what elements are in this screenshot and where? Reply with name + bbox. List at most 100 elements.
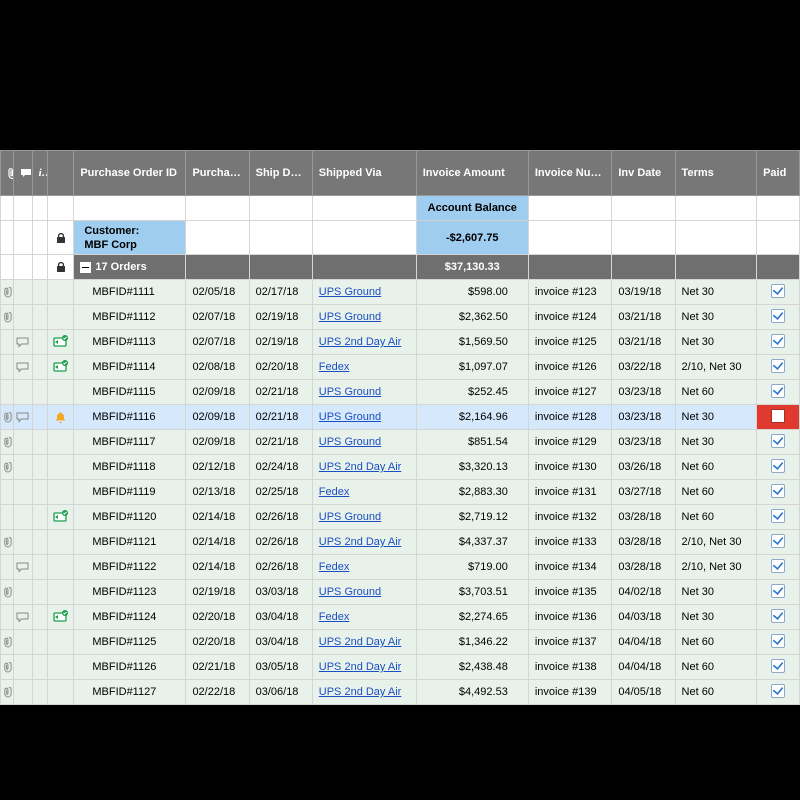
po-date-cell[interactable]: 02/07/18 — [186, 305, 249, 330]
shipped-via-cell[interactable]: UPS 2nd Day Air — [312, 455, 416, 480]
attachment-cell[interactable] — [1, 580, 14, 605]
header-po-id[interactable]: Purchase Order ID — [74, 151, 186, 196]
attachment-cell[interactable] — [1, 280, 14, 305]
po-id-cell[interactable]: MBFID#1115 — [74, 380, 186, 405]
shipped-via-cell[interactable]: UPS 2nd Day Air — [312, 530, 416, 555]
terms-cell[interactable]: Net 60 — [675, 455, 757, 480]
ship-date-cell[interactable]: 02/19/18 — [249, 330, 312, 355]
terms-cell[interactable]: Net 30 — [675, 305, 757, 330]
info-cell[interactable] — [32, 480, 47, 505]
info-cell[interactable] — [32, 580, 47, 605]
paid-cell[interactable] — [757, 405, 800, 430]
po-id-cell[interactable]: MBFID#1116 — [74, 405, 186, 430]
shipped-via-cell[interactable]: Fedex — [312, 605, 416, 630]
flag-cell[interactable] — [47, 580, 73, 605]
info-cell[interactable] — [32, 355, 47, 380]
po-id-cell[interactable]: MBFID#1120 — [74, 505, 186, 530]
flag-cell[interactable] — [47, 405, 73, 430]
collapse-icon[interactable] — [80, 262, 91, 273]
ship-date-cell[interactable]: 03/04/18 — [249, 630, 312, 655]
comment-cell[interactable] — [14, 430, 32, 455]
attachment-cell[interactable] — [1, 680, 14, 705]
po-date-cell[interactable]: 02/08/18 — [186, 355, 249, 380]
header-comment[interactable] — [14, 151, 32, 196]
table-row[interactable]: MBFID#112002/14/1802/26/18UPS Ground$2,7… — [1, 505, 800, 530]
terms-cell[interactable]: Net 30 — [675, 280, 757, 305]
table-row[interactable]: MBFID#111902/13/1802/25/18Fedex$2,883.30… — [1, 480, 800, 505]
comment-cell[interactable] — [14, 455, 32, 480]
paid-cell[interactable] — [757, 455, 800, 480]
invoice-amount-cell[interactable]: $2,274.65 — [416, 605, 528, 630]
info-cell[interactable] — [32, 305, 47, 330]
flag-cell[interactable] — [47, 430, 73, 455]
comment-cell[interactable] — [14, 680, 32, 705]
po-id-cell[interactable]: MBFID#1122 — [74, 555, 186, 580]
table-row[interactable]: MBFID#112702/22/1803/06/18UPS 2nd Day Ai… — [1, 680, 800, 705]
attachment-cell[interactable] — [1, 505, 14, 530]
shipped-via-cell[interactable]: Fedex — [312, 480, 416, 505]
paid-cell[interactable] — [757, 430, 800, 455]
attachment-cell[interactable] — [1, 455, 14, 480]
header-info[interactable]: i — [32, 151, 47, 196]
shipped-via-cell[interactable]: UPS 2nd Day Air — [312, 655, 416, 680]
paid-cell[interactable] — [757, 305, 800, 330]
checked-icon[interactable] — [771, 609, 785, 623]
carrier-link[interactable]: UPS Ground — [319, 586, 381, 598]
paid-cell[interactable] — [757, 330, 800, 355]
po-id-cell[interactable]: MBFID#1126 — [74, 655, 186, 680]
checked-icon[interactable] — [771, 334, 785, 348]
checked-icon[interactable] — [771, 559, 785, 573]
invoice-date-cell[interactable]: 03/21/18 — [612, 330, 675, 355]
invoice-number-cell[interactable]: invoice #138 — [528, 655, 612, 680]
terms-cell[interactable]: Net 60 — [675, 680, 757, 705]
table-row[interactable]: MBFID#112402/20/1803/04/18Fedex$2,274.65… — [1, 605, 800, 630]
invoice-amount-cell[interactable]: $2,883.30 — [416, 480, 528, 505]
comment-cell[interactable] — [14, 380, 32, 405]
invoice-amount-cell[interactable]: $1,346.22 — [416, 630, 528, 655]
checked-icon[interactable] — [771, 284, 785, 298]
table-row[interactable]: MBFID#111702/09/1802/21/18UPS Ground$851… — [1, 430, 800, 455]
invoice-number-cell[interactable]: invoice #124 — [528, 305, 612, 330]
carrier-link[interactable]: Fedex — [319, 611, 350, 623]
comment-cell[interactable] — [14, 505, 32, 530]
invoice-number-cell[interactable]: invoice #132 — [528, 505, 612, 530]
comment-cell[interactable] — [14, 330, 32, 355]
info-cell[interactable] — [32, 530, 47, 555]
checked-icon[interactable] — [771, 684, 785, 698]
invoice-amount-cell[interactable]: $2,438.48 — [416, 655, 528, 680]
table-row[interactable]: MBFID#111402/08/1802/20/18Fedex$1,097.07… — [1, 355, 800, 380]
po-date-cell[interactable]: 02/20/18 — [186, 630, 249, 655]
po-date-cell[interactable]: 02/14/18 — [186, 555, 249, 580]
attachment-cell[interactable] — [1, 655, 14, 680]
flag-cell[interactable] — [47, 655, 73, 680]
terms-cell[interactable]: Net 60 — [675, 380, 757, 405]
invoice-number-cell[interactable]: invoice #130 — [528, 455, 612, 480]
flag-cell[interactable] — [47, 630, 73, 655]
table-row[interactable]: MBFID#112102/14/1802/26/18UPS 2nd Day Ai… — [1, 530, 800, 555]
table-row[interactable]: MBFID#111102/05/1802/17/18UPS Ground$598… — [1, 280, 800, 305]
paid-cell[interactable] — [757, 480, 800, 505]
po-id-cell[interactable]: MBFID#1127 — [74, 680, 186, 705]
checked-icon[interactable] — [771, 384, 785, 398]
carrier-link[interactable]: UPS Ground — [319, 386, 381, 398]
unchecked-icon[interactable] — [771, 409, 785, 423]
carrier-link[interactable]: UPS 2nd Day Air — [319, 661, 402, 673]
comment-cell[interactable] — [14, 305, 32, 330]
attachment-cell[interactable] — [1, 630, 14, 655]
ship-date-cell[interactable]: 02/21/18 — [249, 430, 312, 455]
table-row[interactable]: MBFID#111802/12/1802/24/18UPS 2nd Day Ai… — [1, 455, 800, 480]
paid-cell[interactable] — [757, 680, 800, 705]
po-id-cell[interactable]: MBFID#1111 — [74, 280, 186, 305]
header-ship-date[interactable]: Ship Date — [249, 151, 312, 196]
info-cell[interactable] — [32, 655, 47, 680]
paid-cell[interactable] — [757, 505, 800, 530]
invoice-date-cell[interactable]: 04/05/18 — [612, 680, 675, 705]
invoice-number-cell[interactable]: invoice #133 — [528, 530, 612, 555]
attachment-cell[interactable] — [1, 430, 14, 455]
shipped-via-cell[interactable]: UPS Ground — [312, 580, 416, 605]
invoice-date-cell[interactable]: 04/04/18 — [612, 655, 675, 680]
flag-cell[interactable] — [47, 455, 73, 480]
invoice-number-cell[interactable]: invoice #137 — [528, 630, 612, 655]
checked-icon[interactable] — [771, 459, 785, 473]
shipped-via-cell[interactable]: UPS Ground — [312, 505, 416, 530]
